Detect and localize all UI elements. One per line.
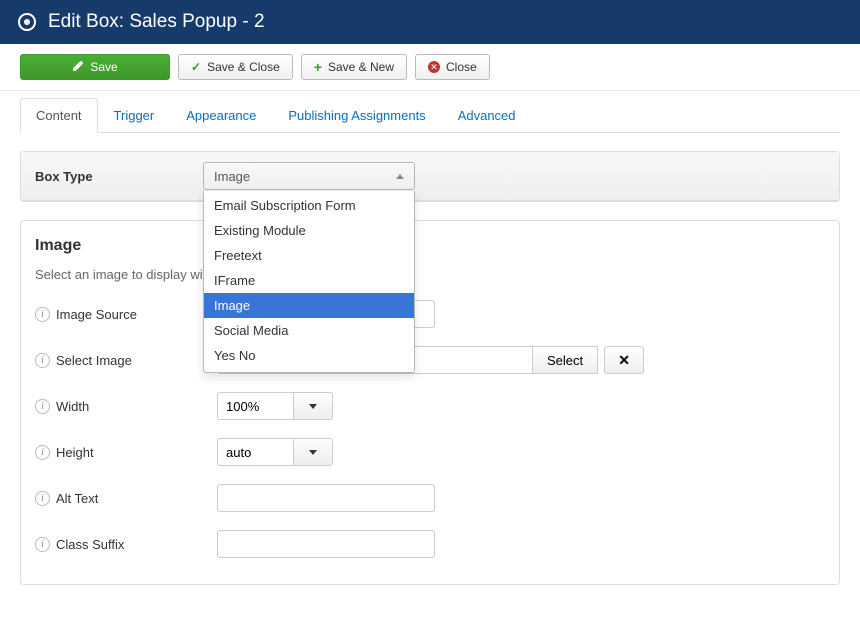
- close-button[interactable]: Close: [415, 54, 490, 80]
- info-icon: [35, 399, 50, 414]
- chevron-up-icon: [396, 174, 404, 179]
- image-panel: Image Select an image to display within …: [20, 220, 840, 585]
- class-suffix-input[interactable]: [217, 530, 435, 558]
- width-input[interactable]: [217, 392, 293, 420]
- save-close-button[interactable]: Save & Close: [178, 54, 293, 80]
- boxtype-option[interactable]: Existing Module: [204, 218, 414, 243]
- select-image-label: Select Image: [56, 353, 132, 368]
- boxtype-panel: Box Type Image Email Subscription Form E…: [20, 151, 840, 202]
- boxtype-option[interactable]: Yes No: [204, 343, 414, 368]
- check-icon: [191, 60, 201, 74]
- boxtype-display[interactable]: Image: [203, 162, 415, 190]
- image-section-desc: Select an image to display within the bo…: [35, 267, 825, 282]
- chevron-down-icon: [309, 404, 317, 409]
- alt-text-input[interactable]: [217, 484, 435, 512]
- height-label: Height: [56, 445, 94, 460]
- x-icon: ✕: [618, 352, 630, 369]
- info-icon: [35, 445, 50, 460]
- height-unit-dropdown[interactable]: [293, 438, 333, 466]
- page-header: Edit Box: Sales Popup - 2: [0, 0, 860, 44]
- tab-appearance[interactable]: Appearance: [170, 98, 272, 133]
- alt-text-label: Alt Text: [56, 491, 98, 506]
- clear-image-button[interactable]: ✕: [604, 346, 644, 374]
- info-icon: [35, 537, 50, 552]
- boxtype-option[interactable]: Social Media: [204, 318, 414, 343]
- close-icon: [428, 61, 440, 73]
- width-label: Width: [56, 399, 89, 414]
- page-title: Edit Box: Sales Popup - 2: [48, 11, 265, 33]
- save-new-button[interactable]: Save & New: [301, 54, 407, 80]
- save-button[interactable]: Save: [20, 54, 170, 80]
- save-label: Save: [90, 60, 117, 74]
- tab-content[interactable]: Content: [20, 98, 98, 133]
- save-close-label: Save & Close: [207, 60, 280, 74]
- tab-advanced[interactable]: Advanced: [442, 98, 532, 133]
- save-new-label: Save & New: [328, 60, 394, 74]
- info-icon: [35, 353, 50, 368]
- height-input[interactable]: [217, 438, 293, 466]
- close-label: Close: [446, 60, 477, 74]
- image-source-label: Image Source: [56, 307, 137, 322]
- boxtype-label: Box Type: [35, 169, 203, 184]
- target-icon: [18, 13, 36, 31]
- info-icon: [35, 307, 50, 322]
- boxtype-selected: Image: [214, 169, 250, 184]
- boxtype-option[interactable]: Freetext: [204, 243, 414, 268]
- boxtype-option[interactable]: Email Subscription Form: [204, 193, 414, 218]
- tab-trigger[interactable]: Trigger: [98, 98, 171, 133]
- plus-icon: [314, 59, 322, 75]
- pencil-icon: [72, 60, 84, 75]
- toolbar: Save Save & Close Save & New Close: [0, 44, 860, 91]
- tab-publishing[interactable]: Publishing Assignments: [272, 98, 441, 133]
- tabs: Content Trigger Appearance Publishing As…: [20, 98, 840, 133]
- boxtype-dropdown: Email Subscription Form Existing Module …: [203, 191, 415, 373]
- boxtype-option-selected[interactable]: Image: [204, 293, 414, 318]
- image-section-title: Image: [35, 237, 825, 255]
- select-image-button[interactable]: Select: [533, 346, 598, 374]
- boxtype-select[interactable]: Image Email Subscription Form Existing M…: [203, 162, 415, 190]
- info-icon: [35, 491, 50, 506]
- width-unit-dropdown[interactable]: [293, 392, 333, 420]
- boxtype-option[interactable]: IFrame: [204, 268, 414, 293]
- class-suffix-label: Class Suffix: [56, 537, 124, 552]
- chevron-down-icon: [309, 450, 317, 455]
